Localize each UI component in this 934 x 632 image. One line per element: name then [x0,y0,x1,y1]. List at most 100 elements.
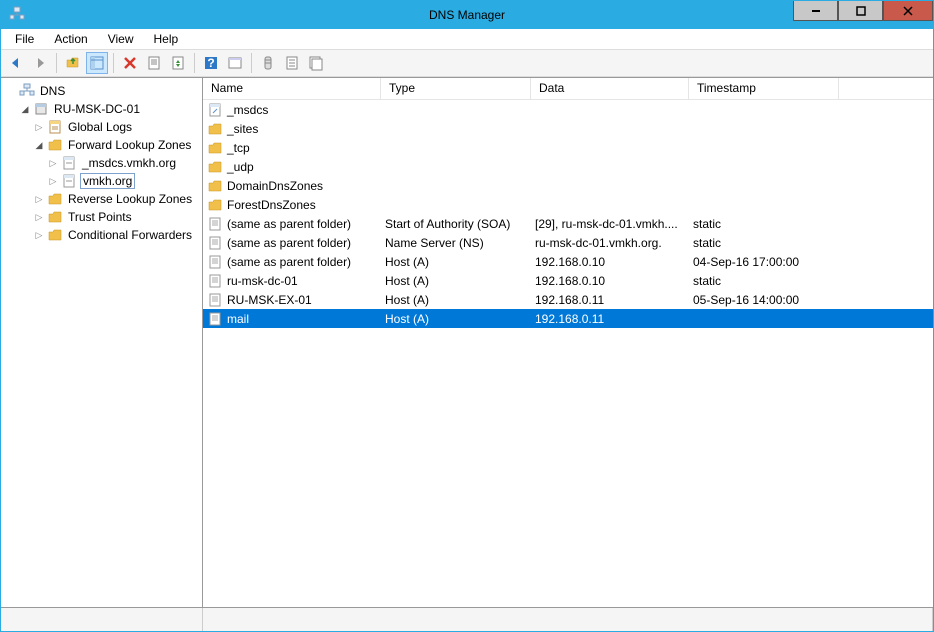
list-row[interactable]: ForestDnsZones [203,195,933,214]
close-button[interactable] [883,1,933,21]
expander-expand-icon[interactable]: ▷ [33,211,45,223]
tree-label: DNS [38,84,67,98]
list-row[interactable]: DomainDnsZones [203,176,933,195]
statusbar [1,607,933,631]
cell-timestamp: static [689,274,839,288]
cell-name: _msdcs [227,103,268,117]
titlebar: DNS Manager [1,1,933,29]
folder-icon [207,197,223,213]
list-row[interactable]: mail Host (A)192.168.0.11 [203,309,933,328]
folder-icon [207,121,223,137]
cell-name: _sites [227,122,258,136]
expander-expand-icon[interactable]: ▷ [33,193,45,205]
tree-label: _msdcs.vmkh.org [80,156,178,170]
maximize-button[interactable] [838,1,883,21]
menu-file[interactable]: File [5,30,44,48]
list-button[interactable] [281,52,303,74]
server-icon [33,101,49,117]
list-body[interactable]: _msdcs _sites _tcp_udpDomainDnsZones Forest… [203,100,933,607]
expander-collapse-icon[interactable]: ◢ [33,139,45,151]
tree-conditional-forwarders[interactable]: ▷ Conditional Forwarders [1,226,202,244]
folder-icon [47,137,63,153]
expander-icon[interactable] [5,85,17,97]
status-left [1,608,203,631]
tree-zone-vmkh[interactable]: ▷ vmkh.org [1,172,202,190]
svg-text:?: ? [207,56,214,70]
refresh-button[interactable] [167,52,189,74]
window-title: DNS Manager [429,8,505,22]
minimize-button[interactable] [793,1,838,21]
list-row[interactable]: _tcp [203,138,933,157]
help-button[interactable]: ? [200,52,222,74]
column-timestamp[interactable]: Timestamp [689,78,839,99]
cell-type: Host (A) [381,293,531,307]
cell-name: (same as parent folder) [227,255,351,269]
cell-type: Host (A) [381,274,531,288]
tree-reverse-zones[interactable]: ▷ Reverse Lookup Zones [1,190,202,208]
toolbar-separator [251,53,252,73]
dns-root-icon [19,83,35,99]
list-row[interactable]: (same as parent folder)Name Server (NS)r… [203,233,933,252]
folder-icon [47,209,63,225]
list-row[interactable]: ru-msk-dc-01Host (A)192.168.0.10static [203,271,933,290]
toolbar: ? [1,49,933,77]
column-name[interactable]: Name [203,78,381,99]
list-row[interactable]: RU-MSK-EX-01Host (A)192.168.0.1105-Sep-1… [203,290,933,309]
list-row[interactable]: _msdcs [203,100,933,119]
cell-name: ForestDnsZones [227,198,316,212]
tree-label: Forward Lookup Zones [66,138,193,152]
show-hide-tree-button[interactable] [86,52,108,74]
zone-icon [61,155,77,171]
list-panel: Name Type Data Timestamp _msdcs _sites _tc… [203,78,933,607]
filter-button[interactable] [257,52,279,74]
cell-data: 192.168.0.10 [531,274,689,288]
list-row[interactable]: (same as parent folder)Start of Authorit… [203,214,933,233]
cell-data: 192.168.0.11 [531,293,689,307]
tree-label: vmkh.org [80,173,135,189]
menu-view[interactable]: View [98,30,144,48]
new-window-button[interactable] [224,52,246,74]
cell-name: mail [227,312,249,326]
tree-panel[interactable]: DNS ◢ RU-MSK-DC-01 ▷ Global Logs ◢ Forwa… [1,78,203,607]
forward-button[interactable] [29,52,51,74]
toolbar-separator [113,53,114,73]
tree-server[interactable]: ◢ RU-MSK-DC-01 [1,100,202,118]
up-button[interactable] [62,52,84,74]
tree-global-logs[interactable]: ▷ Global Logs [1,118,202,136]
properties-button[interactable] [143,52,165,74]
list-row[interactable]: _sites [203,119,933,138]
tree-label: RU-MSK-DC-01 [52,102,142,116]
expander-collapse-icon[interactable]: ◢ [19,103,31,115]
status-right [203,608,933,631]
tree-label: Reverse Lookup Zones [66,192,194,206]
column-type[interactable]: Type [381,78,531,99]
list-row[interactable]: _udp [203,157,933,176]
record-icon [207,273,223,289]
tree-root-dns[interactable]: DNS [1,82,202,100]
cell-timestamp: 04-Sep-16 17:00:00 [689,255,839,269]
cell-type: Host (A) [381,312,531,326]
expander-expand-icon[interactable]: ▷ [47,175,59,187]
toolbar-separator [56,53,57,73]
toolbar-separator [194,53,195,73]
cell-data: 192.168.0.11 [531,312,689,326]
cell-data: 192.168.0.10 [531,255,689,269]
column-data[interactable]: Data [531,78,689,99]
expander-expand-icon[interactable]: ▷ [33,229,45,241]
tree-zone-msdcs[interactable]: ▷ _msdcs.vmkh.org [1,154,202,172]
expander-expand-icon[interactable]: ▷ [47,157,59,169]
tree-label: Global Logs [66,120,134,134]
delete-button[interactable] [119,52,141,74]
tree-forward-zones[interactable]: ◢ Forward Lookup Zones [1,136,202,154]
back-button[interactable] [5,52,27,74]
expander-expand-icon[interactable]: ▷ [33,121,45,133]
tree-trust-points[interactable]: ▷ Trust Points [1,208,202,226]
details-button[interactable] [305,52,327,74]
menu-help[interactable]: Help [144,30,189,48]
zone-icon [61,173,77,189]
list-header: Name Type Data Timestamp [203,78,933,100]
menu-action[interactable]: Action [44,30,97,48]
list-row[interactable]: (same as parent folder)Host (A)192.168.0… [203,252,933,271]
cell-timestamp: static [689,217,839,231]
cell-data: [29], ru-msk-dc-01.vmkh.... [531,217,689,231]
